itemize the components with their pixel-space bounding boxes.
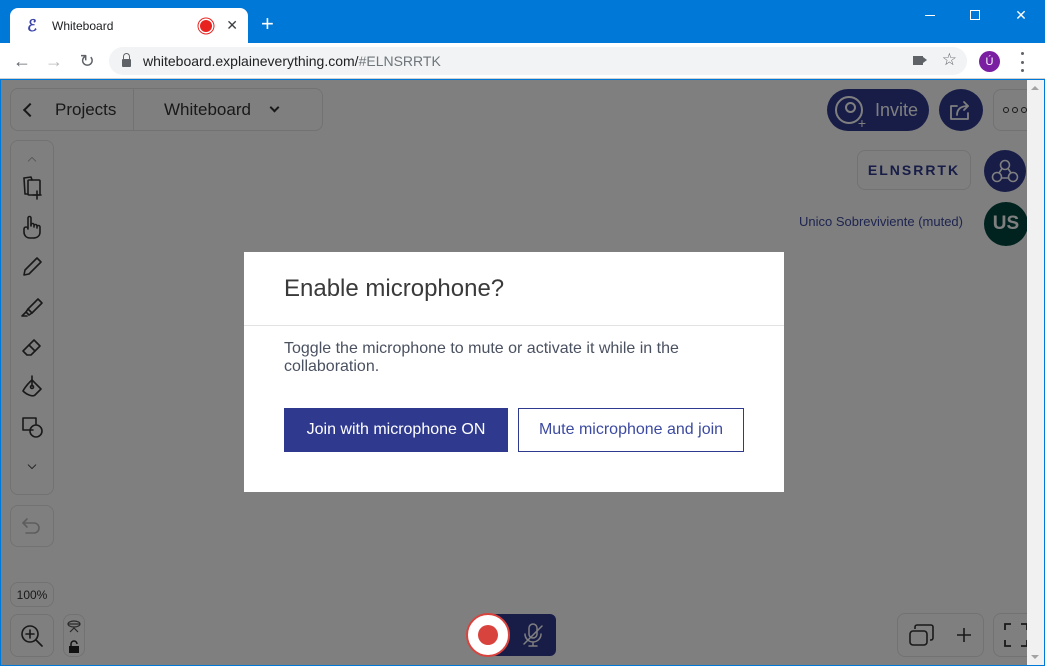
new-tab-button[interactable]: + xyxy=(261,13,274,35)
back-button[interactable]: ← xyxy=(10,49,34,73)
profile-avatar[interactable]: Ú xyxy=(979,51,1000,72)
dialog-title: Enable microphone? xyxy=(284,274,505,302)
forward-button[interactable]: → xyxy=(42,49,66,73)
dialog-body: Toggle the microphone to mute or activat… xyxy=(284,340,679,375)
scroll-up-arrow-icon[interactable] xyxy=(1031,86,1039,90)
browser-tab[interactable]: ℰ Whiteboard ✕ xyxy=(10,8,248,43)
minimize-icon xyxy=(925,14,935,16)
recording-indicator-icon xyxy=(200,19,213,32)
join-with-microphone-button[interactable]: Join with microphone ON xyxy=(284,408,508,452)
mute-and-join-button[interactable]: Mute microphone and join xyxy=(518,408,744,452)
url-hash: #ELNSRRTK xyxy=(358,53,441,69)
page-viewport: Projects Whiteboard Invite ELNSRRTK Unic… xyxy=(1,80,1027,665)
scroll-down-arrow-icon[interactable] xyxy=(1031,655,1039,659)
record-icon xyxy=(478,625,498,645)
lock-icon xyxy=(122,53,131,67)
close-window-button[interactable]: ✕ xyxy=(998,0,1044,30)
arrow-left-icon: ← xyxy=(13,50,31,71)
dialog-header: Enable microphone? xyxy=(244,252,784,326)
camera-icon[interactable] xyxy=(913,56,927,65)
reload-button[interactable]: ↻ xyxy=(75,49,99,73)
record-button[interactable] xyxy=(466,613,510,657)
minimize-button[interactable] xyxy=(907,0,953,30)
maximize-button[interactable] xyxy=(952,0,998,30)
browser-toolbar: ← → ↻ whiteboard.explaineverything.com/#… xyxy=(0,43,1045,79)
dialog-actions: Join with microphone ON Mute microphone … xyxy=(284,408,744,452)
enable-microphone-dialog: Enable microphone? Toggle the microphone… xyxy=(244,252,784,492)
url-text: whiteboard.explaineverything.com/#ELNSRR… xyxy=(143,53,441,69)
address-bar[interactable]: whiteboard.explaineverything.com/#ELNSRR… xyxy=(109,47,967,75)
reload-icon: ↻ xyxy=(79,50,95,71)
arrow-right-icon: → xyxy=(45,50,63,71)
browser-menu-button[interactable] xyxy=(1016,52,1028,72)
bookmark-star-icon[interactable]: ☆ xyxy=(942,50,957,70)
close-tab-icon[interactable]: ✕ xyxy=(226,17,238,34)
browser-titlebar: ℰ Whiteboard ✕ + ✕ xyxy=(0,0,1045,43)
vertical-scrollbar[interactable] xyxy=(1027,80,1044,665)
url-host: whiteboard.explaineverything.com/ xyxy=(143,53,359,69)
tab-title: Whiteboard xyxy=(52,18,114,33)
maximize-icon xyxy=(970,10,980,20)
close-icon: ✕ xyxy=(1015,6,1027,23)
explain-everything-favicon-icon: ℰ xyxy=(27,16,37,35)
